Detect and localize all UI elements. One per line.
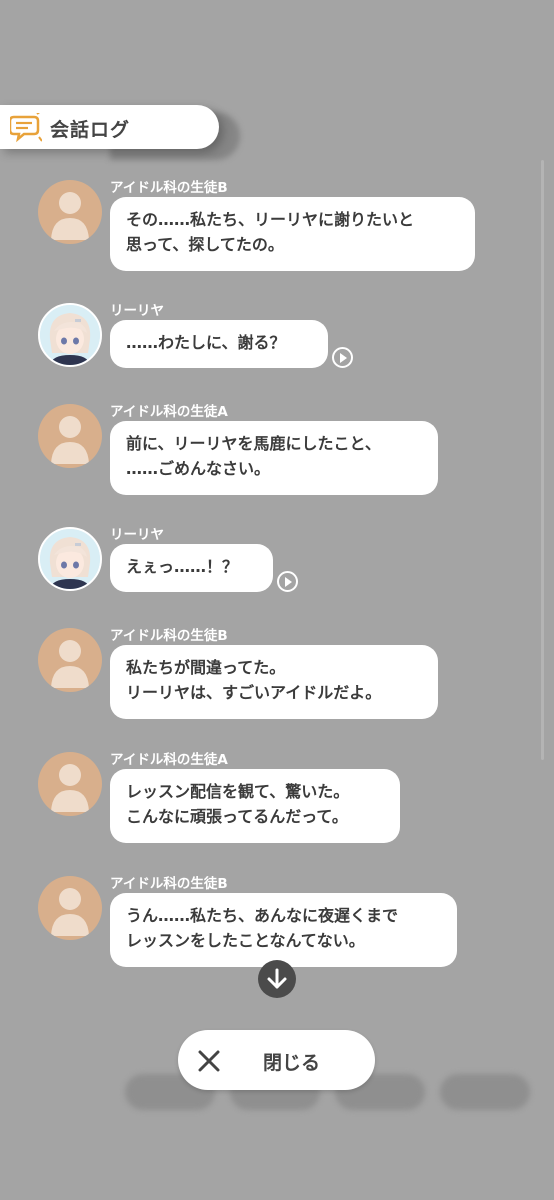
close-button[interactable]: 閉じる bbox=[178, 1030, 375, 1090]
avatar bbox=[38, 404, 102, 468]
message-line: ……ごめんなさい。 bbox=[126, 459, 271, 478]
close-button-label: 閉じる bbox=[263, 1052, 321, 1074]
message-bubble: 私たちが間違ってた。 リーリヤは、すごいアイドルだよ。 bbox=[110, 645, 438, 719]
person-placeholder-icon bbox=[51, 416, 89, 464]
character-portrait bbox=[40, 529, 100, 589]
message-bubble: 前に、リーリヤを馬鹿にしたこと、 ……ごめんなさい。 bbox=[110, 421, 438, 495]
close-icon bbox=[198, 1050, 220, 1072]
scrollbar[interactable] bbox=[541, 160, 544, 760]
avatar bbox=[38, 876, 102, 940]
person-placeholder-icon bbox=[51, 640, 89, 688]
message-line: 私たちが間違ってた。 bbox=[126, 658, 286, 677]
character-portrait bbox=[40, 305, 100, 365]
message-line: うん……私たち、あんなに夜遅くまで bbox=[126, 906, 399, 925]
speaker-name: アイドル科の生徒A bbox=[110, 404, 228, 420]
person-placeholder-icon bbox=[51, 888, 89, 936]
message-line: 思って、探してたの。 bbox=[126, 235, 284, 254]
message-bubble: ……わたしに、謝る？ bbox=[110, 320, 328, 368]
message-line: ……わたしに、謝る？ bbox=[126, 333, 286, 352]
message-line: えぇっ……！？ bbox=[126, 557, 239, 576]
message-line: こんなに頑張ってるんだって。 bbox=[126, 807, 348, 826]
avatar bbox=[38, 628, 102, 692]
message-line: 前に、リーリヤを馬鹿にしたこと、 bbox=[126, 434, 381, 453]
message-bubble: その……私たち、リーリヤに謝りたいと 思って、探してたの。 bbox=[110, 197, 475, 271]
speaker-name: リーリヤ bbox=[110, 303, 164, 319]
message-line: レッスンをしたことなんてない。 bbox=[126, 931, 365, 950]
avatar bbox=[38, 752, 102, 816]
avatar bbox=[38, 180, 102, 244]
speaker-name: アイドル科の生徒B bbox=[110, 180, 228, 196]
person-placeholder-icon bbox=[51, 764, 89, 812]
message-bubble: えぇっ……！？ bbox=[110, 544, 273, 592]
voice-play-icon[interactable] bbox=[332, 347, 353, 368]
scroll-to-bottom-button[interactable] bbox=[258, 960, 296, 998]
conversation-log-header: 会話ログ bbox=[0, 105, 219, 149]
arrow-down-icon bbox=[267, 968, 287, 989]
message-bubble: うん……私たち、あんなに夜遅くまで レッスンをしたことなんてない。 bbox=[110, 893, 457, 967]
speaker-name: アイドル科の生徒A bbox=[110, 752, 228, 768]
avatar bbox=[38, 527, 102, 591]
speaker-name: アイドル科の生徒B bbox=[110, 876, 228, 892]
page-title: 会話ログ bbox=[50, 119, 131, 141]
voice-play-icon[interactable] bbox=[277, 571, 298, 592]
person-placeholder-icon bbox=[51, 192, 89, 240]
chat-log-icon bbox=[10, 113, 42, 143]
message-bubble: レッスン配信を観て、驚いた。 こんなに頑張ってるんだって。 bbox=[110, 769, 400, 843]
speaker-name: リーリヤ bbox=[110, 527, 164, 543]
speaker-name: アイドル科の生徒B bbox=[110, 628, 228, 644]
blurred-toolbar-button bbox=[440, 1074, 530, 1110]
message-line: レッスン配信を観て、驚いた。 bbox=[126, 782, 350, 801]
avatar bbox=[38, 303, 102, 367]
message-line: その……私たち、リーリヤに謝りたいと bbox=[126, 210, 415, 229]
message-line: リーリヤは、すごいアイドルだよ。 bbox=[126, 683, 382, 702]
